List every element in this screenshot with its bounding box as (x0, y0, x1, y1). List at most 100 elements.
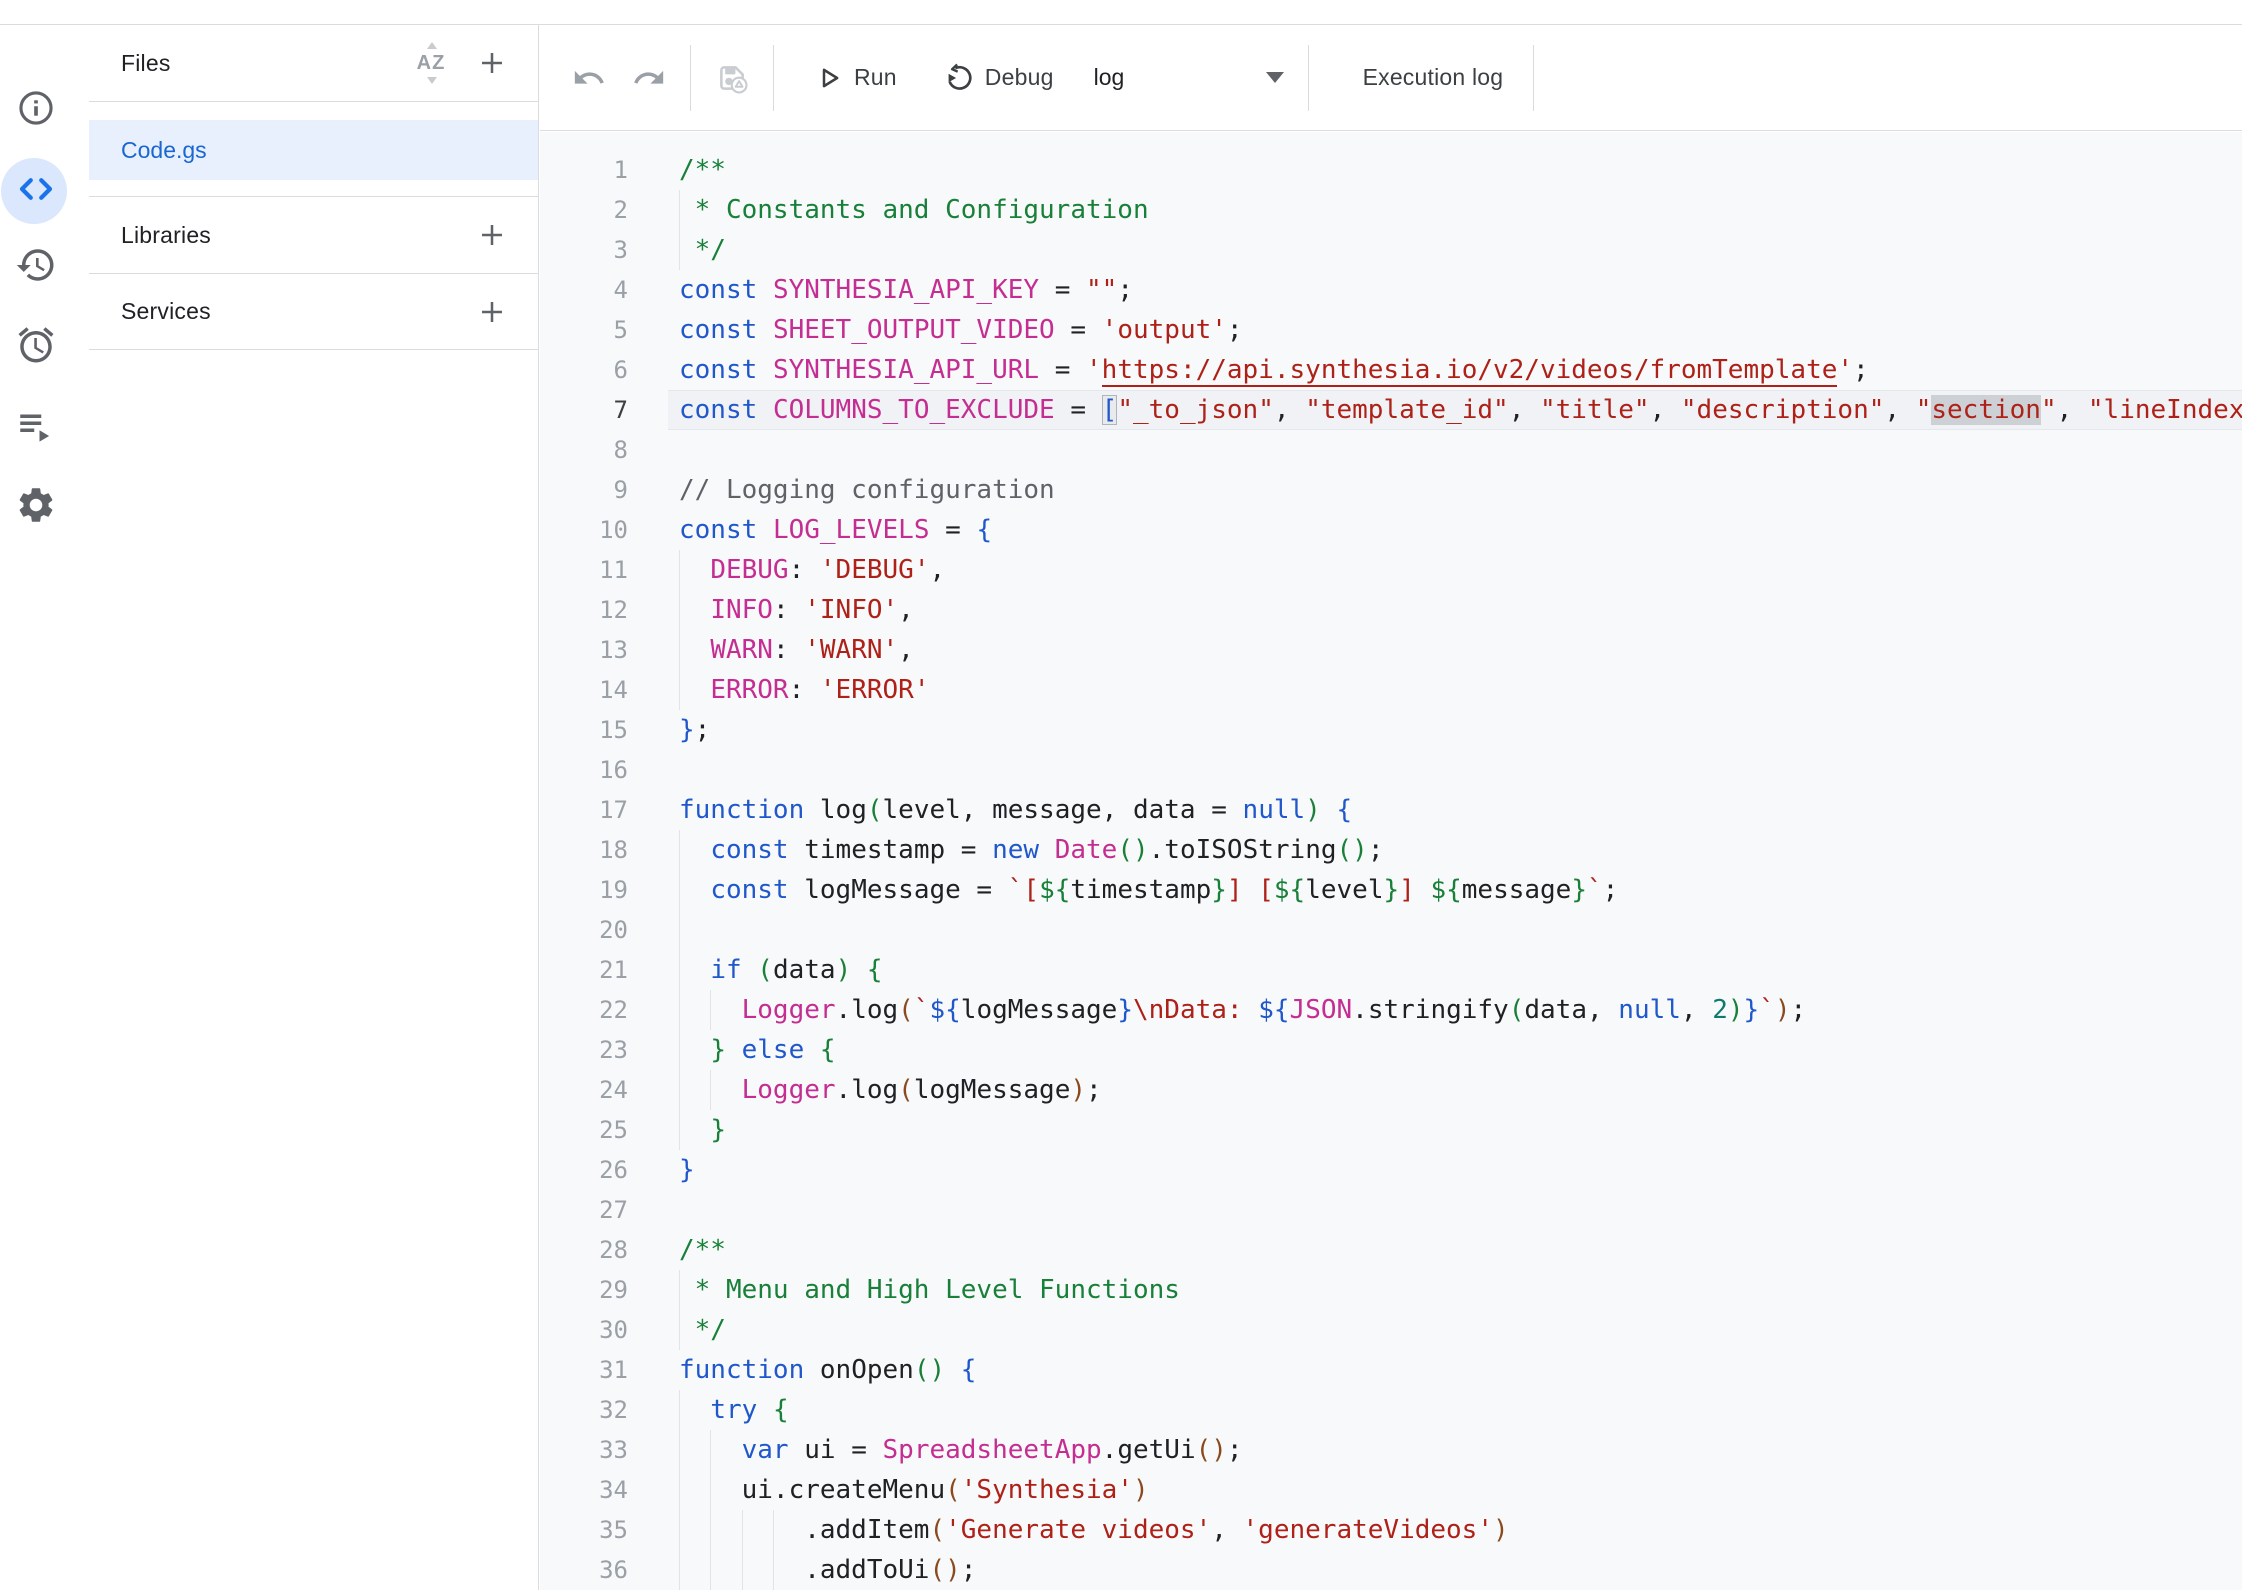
code-line[interactable]: 15}; (540, 710, 2242, 750)
code-line[interactable]: 35 .addItem('Generate videos', 'generate… (540, 1510, 2242, 1550)
code-line[interactable]: 8 (540, 430, 2242, 470)
code-line[interactable]: 36 .addToUi(); (540, 1550, 2242, 1590)
line-number[interactable]: 25 (540, 1110, 628, 1150)
line-number[interactable]: 34 (540, 1470, 628, 1510)
line-number[interactable]: 18 (540, 830, 628, 870)
line-number[interactable]: 21 (540, 950, 628, 990)
code-line[interactable]: 2 * Constants and Configuration (540, 190, 2242, 230)
line-number[interactable]: 23 (540, 1030, 628, 1070)
code-line[interactable]: 27 (540, 1190, 2242, 1230)
line-number[interactable]: 9 (540, 470, 628, 510)
rail-overview-button[interactable] (8, 82, 64, 138)
code-line[interactable]: 18 const timestamp = new Date().toISOStr… (540, 830, 2242, 870)
add-file-button[interactable] (472, 43, 512, 83)
code-line[interactable]: 22 Logger.log(`${logMessage}\nData: ${JS… (540, 990, 2242, 1030)
code-line[interactable]: 30 */ (540, 1310, 2242, 1350)
redo-button[interactable] (626, 55, 672, 101)
line-number[interactable]: 31 (540, 1350, 628, 1390)
rail-project-history-button[interactable] (8, 239, 64, 295)
code-line[interactable]: 34 ui.createMenu('Synthesia') (540, 1470, 2242, 1510)
plus-icon (476, 47, 508, 79)
debug-button[interactable]: Debug (943, 62, 1054, 94)
sidebar-section-services[interactable]: Services (89, 273, 538, 350)
code-line[interactable]: 24 Logger.log(logMessage); (540, 1070, 2242, 1110)
line-number[interactable]: 28 (540, 1230, 628, 1270)
line-number[interactable]: 1 (540, 150, 628, 190)
line-number[interactable]: 32 (540, 1390, 628, 1430)
add-library-button[interactable] (472, 215, 512, 255)
code-line[interactable]: 25 } (540, 1110, 2242, 1150)
code-line[interactable]: 3 */ (540, 230, 2242, 270)
code-line[interactable]: 5const SHEET_OUTPUT_VIDEO = 'output'; (540, 310, 2242, 350)
line-number[interactable]: 12 (540, 590, 628, 630)
line-number[interactable]: 20 (540, 910, 628, 950)
line-number[interactable]: 26 (540, 1150, 628, 1190)
line-number[interactable]: 13 (540, 630, 628, 670)
code-line[interactable]: 23 } else { (540, 1030, 2242, 1070)
line-number[interactable]: 16 (540, 750, 628, 790)
code-line[interactable]: 31function onOpen() { (540, 1350, 2242, 1390)
line-number[interactable]: 22 (540, 990, 628, 1030)
line-number[interactable]: 4 (540, 270, 628, 310)
file-item-code-gs[interactable]: Code.gs (89, 120, 538, 180)
line-number[interactable]: 36 (540, 1550, 628, 1590)
function-selector-dropdown[interactable]: log (1094, 64, 1284, 91)
line-number[interactable]: 24 (540, 1070, 628, 1110)
line-number[interactable]: 10 (540, 510, 628, 550)
code-line[interactable]: 16 (540, 750, 2242, 790)
line-number[interactable]: 27 (540, 1190, 628, 1230)
line-number[interactable]: 17 (540, 790, 628, 830)
code-line[interactable]: 28/** (540, 1230, 2242, 1270)
sort-files-button[interactable]: AZ (408, 41, 454, 85)
code-line[interactable]: 7const COLUMNS_TO_EXCLUDE = ["_to_json",… (540, 390, 2242, 430)
rail-executions-button[interactable] (8, 399, 64, 455)
line-number[interactable]: 15 (540, 710, 628, 750)
code-line[interactable]: 6 const SYNTHESIA_API_URL = 'https://api.… (540, 350, 2242, 390)
save-project-button[interactable] (709, 55, 755, 101)
rail-settings-button[interactable] (8, 479, 64, 535)
line-number[interactable]: 8 (540, 430, 628, 470)
code-line[interactable]: 33 var ui = SpreadsheetApp.getUi(); (540, 1430, 2242, 1470)
line-number[interactable]: 2 (540, 190, 628, 230)
line-number[interactable]: 30 (540, 1310, 628, 1350)
code-line[interactable]: 29 * Menu and High Level Functions (540, 1270, 2242, 1310)
code-line-content: const SYNTHESIA_API_URL = 'https://api.s… (679, 350, 1869, 390)
code-editor[interactable]: 1/**2 * Constants and Configuration3 */4… (540, 132, 2242, 1590)
toolbar-divider (690, 45, 691, 111)
line-number[interactable]: 11 (540, 550, 628, 590)
code-line[interactable]: 21 if (data) { (540, 950, 2242, 990)
code-token: const (679, 315, 757, 345)
code-token: () (929, 1555, 960, 1585)
line-number[interactable]: 33 (540, 1430, 628, 1470)
code-line[interactable]: 20 (540, 910, 2242, 950)
code-line[interactable]: 12 INFO: 'INFO', (540, 590, 2242, 630)
run-label: Run (854, 64, 897, 91)
line-number[interactable]: 14 (540, 670, 628, 710)
code-line[interactable]: 14 ERROR: 'ERROR' (540, 670, 2242, 710)
undo-button[interactable] (566, 55, 612, 101)
code-line[interactable]: 17function log(level, message, data = nu… (540, 790, 2242, 830)
code-line[interactable]: 26} (540, 1150, 2242, 1190)
code-line[interactable]: 1/** (540, 150, 2242, 190)
line-number[interactable]: 29 (540, 1270, 628, 1310)
line-number[interactable]: 5 (540, 310, 628, 350)
line-number[interactable]: 3 (540, 230, 628, 270)
code-line[interactable]: 4const SYNTHESIA_API_KEY = ""; (540, 270, 2242, 310)
code-line[interactable]: 32 try { (540, 1390, 2242, 1430)
run-button[interactable]: Run (814, 63, 897, 93)
sidebar-section-libraries[interactable]: Libraries (89, 196, 538, 273)
line-number[interactable]: 6 (540, 350, 628, 390)
line-number[interactable]: 7 (540, 390, 628, 430)
code-line[interactable]: 11 DEBUG: 'DEBUG', (540, 550, 2242, 590)
code-line[interactable]: 13 WARN: 'WARN', (540, 630, 2242, 670)
execution-log-button[interactable]: Execution log (1333, 64, 1534, 91)
line-number[interactable]: 19 (540, 870, 628, 910)
code-line[interactable]: 9// Logging configuration (540, 470, 2242, 510)
rail-editor-button[interactable] (8, 163, 64, 219)
rail-triggers-button[interactable] (8, 319, 64, 375)
code-line[interactable]: 10const LOG_LEVELS = { (540, 510, 2242, 550)
line-number[interactable]: 35 (540, 1510, 628, 1550)
add-service-button[interactable] (472, 292, 512, 332)
code-line[interactable]: 19 const logMessage = `[${timestamp}] [$… (540, 870, 2242, 910)
code-token: null (1243, 795, 1306, 825)
